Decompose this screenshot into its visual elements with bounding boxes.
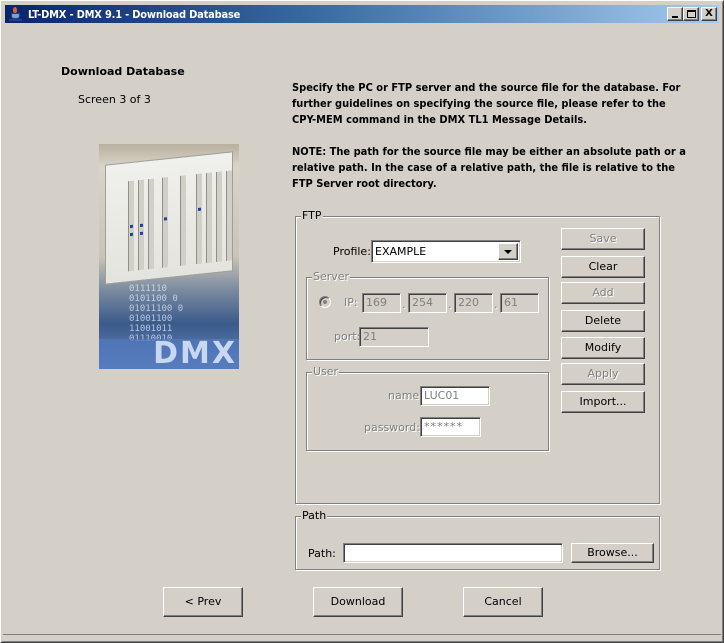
delete-button[interactable]: Delete	[561, 310, 645, 332]
server-group-label: Server	[312, 270, 351, 284]
screen-indicator: Screen 3 of 3	[78, 93, 151, 106]
maximize-icon	[686, 10, 696, 18]
ftp-group-label: FTP	[301, 209, 323, 223]
ip-octet-2-field[interactable]: 254	[408, 293, 447, 313]
profile-dropdown-button[interactable]	[498, 243, 518, 260]
radio-selected-dot	[323, 300, 327, 304]
clear-button[interactable]: Clear	[561, 256, 645, 278]
minimize-button[interactable]	[667, 7, 683, 21]
browse-button[interactable]: Browse...	[571, 543, 654, 563]
minimize-icon	[672, 16, 678, 18]
ip-octet-4-field[interactable]: 61	[500, 293, 539, 313]
wizard-heading: Download Database	[61, 65, 185, 78]
title-bar[interactable]: LT-DMX - DMX 9.1 - Download Database X	[5, 5, 719, 23]
chevron-down-icon	[504, 250, 512, 254]
server-group: Server	[306, 270, 549, 360]
save-button[interactable]: Save	[561, 228, 645, 250]
server-ip-radio[interactable]	[319, 296, 331, 308]
ip-label: IP:	[344, 296, 358, 309]
window-title: LT-DMX - DMX 9.1 - Download Database	[28, 7, 241, 21]
dmx-illustration: 0111110 0101100 0 01011100 0 01001100 11…	[99, 144, 239, 369]
ip-octet-1-field[interactable]: 169	[362, 293, 401, 313]
password-label: password:	[364, 421, 420, 434]
import-button[interactable]: Import...	[561, 391, 645, 413]
note-paragraph: NOTE: The path for the source file may b…	[292, 145, 686, 190]
instructions: Specify the PC or FTP server and the sou…	[292, 80, 692, 192]
equipment-rack-graphic	[105, 151, 233, 285]
path-input[interactable]	[343, 543, 563, 563]
port-field[interactable]: 21	[359, 327, 429, 347]
path-label: Path:	[308, 547, 336, 560]
ip-octet-3-field[interactable]: 220	[454, 293, 493, 313]
ip-separator: .	[494, 298, 498, 311]
user-group-label: User	[312, 365, 340, 379]
java-cup-icon	[8, 6, 24, 22]
bottom-divider	[3, 634, 721, 635]
add-button[interactable]: Add	[561, 282, 645, 304]
path-group-label: Path	[301, 509, 328, 523]
port-label: port:	[334, 330, 361, 343]
dmx-logo-text: DMX	[99, 339, 239, 369]
profile-label: Profile:	[333, 245, 371, 258]
profile-selected-value: EXAMPLE	[375, 245, 427, 258]
close-icon: X	[705, 8, 713, 19]
download-button[interactable]: Download	[313, 587, 403, 617]
prev-button[interactable]: < Prev	[163, 587, 243, 617]
binary-overlay: 0111110 0101100 0 01011100 0 01001100 11…	[129, 284, 184, 344]
username-field[interactable]: LUC01	[420, 386, 490, 406]
password-field[interactable]: ******	[420, 417, 481, 437]
ip-separator: .	[448, 298, 452, 311]
maximize-button[interactable]	[683, 7, 699, 21]
modify-button[interactable]: Modify	[561, 337, 645, 359]
ip-separator: .	[402, 298, 406, 311]
instructions-paragraph: Specify the PC or FTP server and the sou…	[292, 81, 681, 126]
download-database-window: LT-DMX - DMX 9.1 - Download Database X D…	[0, 0, 724, 643]
cancel-button[interactable]: Cancel	[463, 587, 543, 617]
username-label: name:	[388, 389, 423, 402]
profile-dropdown[interactable]: EXAMPLE	[371, 240, 521, 263]
close-button[interactable]: X	[701, 7, 717, 21]
apply-button[interactable]: Apply	[561, 363, 645, 385]
user-group: User	[306, 365, 549, 451]
